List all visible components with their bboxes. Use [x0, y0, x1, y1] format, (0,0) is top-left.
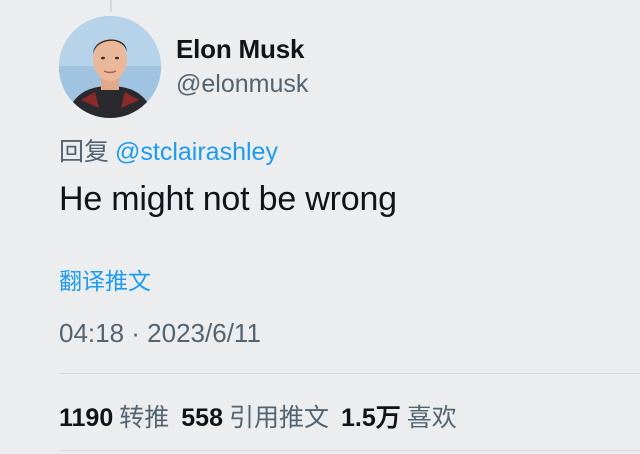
- thread-connector-line: [110, 0, 112, 12]
- retweets-count: 1190: [59, 404, 114, 432]
- likes-label: 喜欢: [406, 404, 457, 432]
- likes-stat[interactable]: 1.5万 喜欢: [341, 398, 457, 434]
- author-avatar[interactable]: [59, 16, 161, 118]
- tweet-stats: 1190 转推 558 引用推文 1.5万 喜欢: [59, 398, 469, 434]
- retweets-stat[interactable]: 1190 转推: [59, 398, 169, 434]
- author-display-name[interactable]: Elon Musk: [176, 34, 304, 65]
- quotes-stat[interactable]: 558 引用推文: [181, 398, 329, 434]
- quotes-count: 558: [181, 404, 223, 432]
- reply-mention-link[interactable]: @stclairashley: [115, 138, 278, 166]
- divider: [59, 450, 640, 451]
- reply-prefix: 回复: [59, 138, 110, 166]
- author-handle[interactable]: @elonmusk: [176, 70, 308, 99]
- tweet-text: He might not be wrong: [59, 180, 397, 218]
- likes-count: 1.5万: [341, 404, 401, 432]
- translate-tweet-link[interactable]: 翻译推文: [59, 262, 151, 296]
- reply-context: 回复 @stclairashley: [59, 132, 278, 168]
- avatar-image: [59, 16, 161, 118]
- retweets-label: 转推: [119, 404, 170, 432]
- divider: [59, 373, 640, 374]
- tweet-timestamp[interactable]: 04:18 · 2023/6/11: [59, 318, 261, 349]
- quotes-label: 引用推文: [228, 404, 329, 432]
